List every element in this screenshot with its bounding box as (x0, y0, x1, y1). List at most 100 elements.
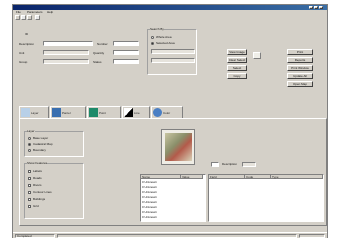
values-header-name[interactable]: Name (141, 175, 181, 179)
clear-select-button[interactable]: Clear Select (227, 57, 247, 63)
list-item[interactable]: 0 Unknown (142, 190, 157, 194)
color-tab-icon (153, 108, 162, 117)
reports-button[interactable]: Reports (287, 57, 313, 63)
tab-layer[interactable]: Layer (19, 106, 49, 118)
parcel-tab-icon (52, 108, 61, 117)
fields-header-code[interactable]: Code (245, 175, 271, 179)
grid-checkbox[interactable] (28, 205, 31, 208)
unit-field[interactable] (43, 50, 89, 55)
print-button[interactable]: Print (287, 49, 313, 55)
quantity-field[interactable] (113, 50, 139, 55)
layer-group-title: Layer (27, 129, 35, 133)
list-item[interactable]: 0 Unknown (142, 180, 157, 184)
contour-lines-checkbox[interactable] (28, 191, 31, 194)
values-list[interactable]: Name Value 0 Unknown 0 Unknown 0 Unknown… (140, 174, 206, 222)
side-checkbox[interactable] (211, 162, 219, 167)
buildings-checkbox[interactable] (28, 198, 31, 201)
toolbar (15, 15, 325, 21)
boundary-radio[interactable] (28, 149, 31, 152)
boundary-label: Boundary (33, 148, 46, 152)
status-panel: Completed (15, 234, 55, 238)
tab-point-label: Point (99, 111, 106, 115)
values-header-value[interactable]: Value (181, 175, 203, 179)
search-by-group: Search By Whole Area Selected Area (147, 27, 197, 75)
fields-header-type[interactable]: Type (271, 175, 323, 179)
area-value-field[interactable] (151, 58, 195, 63)
map-image (165, 133, 192, 161)
tab-point[interactable]: Point (87, 106, 121, 118)
tab-layer-label: Layer (31, 111, 39, 115)
whole-area-label: Whole Area (156, 35, 172, 39)
list-item[interactable]: 0 Unknown (142, 215, 157, 219)
description-label: Description (19, 42, 35, 46)
features-group-title: Show Features (27, 161, 48, 165)
description-field[interactable] (43, 41, 93, 46)
tab-panel: Layer Base Layer Cadastral Map Boundary … (19, 118, 327, 226)
list-item[interactable]: 0 Unknown (142, 205, 157, 209)
contour-lines-label: Contour Lines (33, 190, 52, 194)
open-icon[interactable] (21, 15, 26, 20)
number-field[interactable] (113, 41, 139, 46)
base-layer-label: Base Layer (33, 136, 49, 140)
quantity-label: Quantity (93, 51, 105, 55)
app-window: File Parameters Help ID Description Numb… (12, 4, 328, 238)
rivers-checkbox[interactable] (28, 184, 31, 187)
line-tab-icon (124, 108, 133, 117)
roads-label: Roads (33, 176, 42, 180)
features-group: Show Features Labels Roads Rivers Contou… (24, 161, 84, 219)
save-icon[interactable] (27, 15, 32, 20)
list-item[interactable]: 0 Unknown (142, 200, 157, 204)
open-map-button[interactable]: Open Map (287, 81, 313, 87)
copy-button[interactable]: Copy (227, 73, 247, 79)
new-icon[interactable] (15, 15, 20, 20)
status-panel-right (299, 234, 325, 238)
status-label: Status (93, 60, 102, 64)
minimize-button[interactable] (309, 6, 313, 9)
printer-icon[interactable] (253, 52, 261, 59)
close-button[interactable] (319, 6, 323, 9)
cadastral-map-radio[interactable] (28, 143, 31, 146)
base-layer-radio[interactable] (28, 137, 31, 140)
search-by-title: Search By (150, 27, 164, 31)
tab-line-label: Line (134, 111, 140, 115)
tab-parcel[interactable]: Parcel (50, 106, 86, 118)
side-field-label: Description (222, 162, 238, 166)
layer-tab-icon (21, 108, 30, 117)
update-all-button[interactable]: Update All (287, 73, 313, 79)
group-field[interactable] (43, 59, 89, 64)
list-item[interactable]: 0 Unknown (142, 195, 157, 199)
print-window-button[interactable]: Print Window (287, 65, 313, 71)
list-item[interactable]: 0 Unknown (142, 210, 157, 214)
map-thumbnail[interactable] (161, 129, 195, 165)
cadastral-map-label: Cadastral Map (33, 142, 53, 146)
number-label: Number (97, 42, 108, 46)
labels-label: Labels (33, 169, 42, 173)
fields-header-field[interactable]: Field (209, 175, 245, 179)
selected-area-radio[interactable] (151, 42, 154, 45)
id-label: ID (25, 32, 28, 36)
list-item[interactable]: 0 Unknown (142, 185, 157, 189)
fields-grid[interactable]: Field Code Type (208, 174, 324, 222)
help-icon[interactable] (35, 15, 40, 20)
area-select[interactable] (151, 49, 195, 54)
status-panel-middle (57, 234, 297, 238)
side-field[interactable] (242, 162, 256, 167)
layer-group: Layer Base Layer Cadastral Map Boundary (24, 129, 84, 157)
tab-row: Layer Parcel Point Line Color (19, 106, 197, 118)
grid-label: Grid (33, 204, 39, 208)
tab-color[interactable]: Color (151, 106, 183, 118)
maximize-button[interactable] (314, 6, 318, 9)
group-label: Group (19, 60, 28, 64)
labels-checkbox[interactable] (28, 170, 31, 173)
tab-line[interactable]: Line (122, 106, 150, 118)
unit-label: Unit (19, 51, 25, 55)
select-button[interactable]: Select (227, 65, 247, 71)
view-image-button[interactable]: View Image (227, 49, 247, 55)
tab-color-label: Color (163, 111, 171, 115)
status-field[interactable] (113, 59, 139, 64)
roads-checkbox[interactable] (28, 177, 31, 180)
whole-area-radio[interactable] (151, 36, 154, 39)
tab-parcel-label: Parcel (62, 111, 71, 115)
point-tab-icon (89, 108, 98, 117)
rivers-label: Rivers (33, 183, 42, 187)
